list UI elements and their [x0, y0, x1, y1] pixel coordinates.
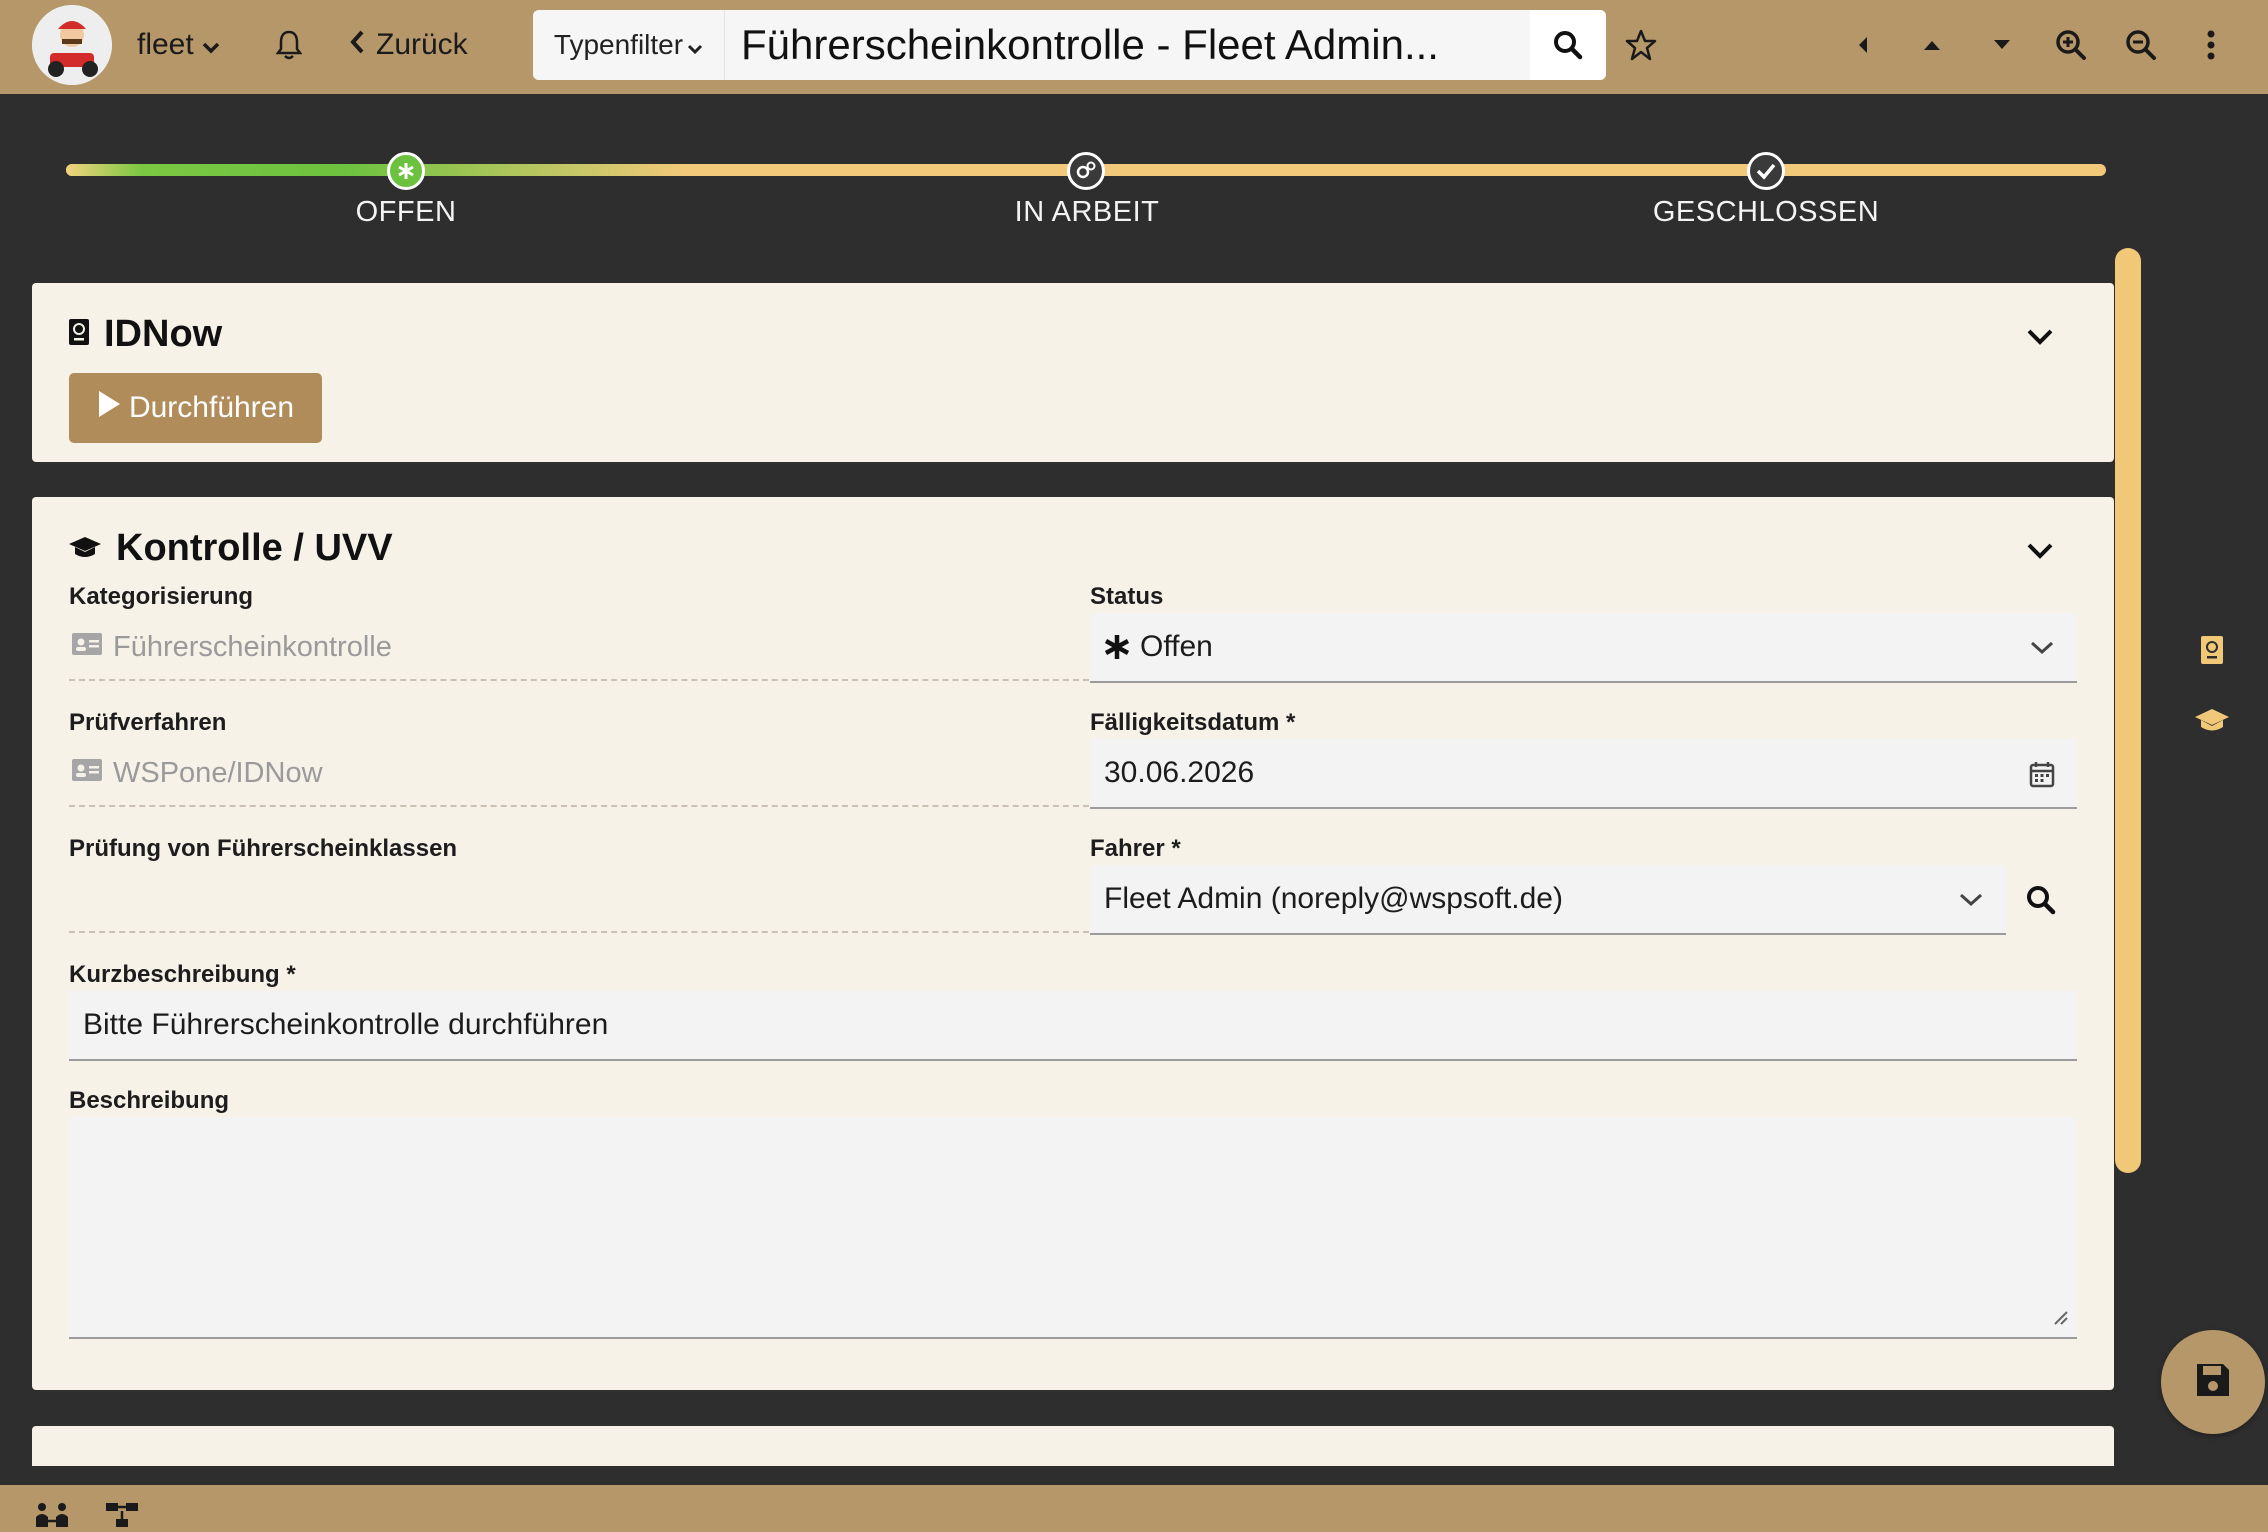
graduation-cap-icon — [68, 527, 102, 570]
pruefverfahren-field: WSPone/IDNow — [69, 741, 1089, 807]
asterisk-icon — [1104, 634, 1130, 660]
back-button[interactable]: Zurück — [350, 24, 468, 66]
klassen-field[interactable] — [69, 867, 1089, 933]
zoom-out-icon[interactable] — [2120, 24, 2162, 66]
run-idnow-button[interactable]: Durchführen — [69, 373, 322, 443]
caret-up-icon[interactable] — [1911, 24, 1953, 66]
due-date-field[interactable]: 30.06.2026 — [1090, 739, 2077, 809]
more-vertical-icon[interactable] — [2190, 24, 2232, 66]
chevron-left-icon — [350, 28, 364, 62]
description-textarea[interactable] — [69, 1117, 2077, 1339]
kurz-label: Kurzbeschreibung * — [69, 961, 296, 988]
status-select[interactable]: Offen — [1090, 613, 2077, 683]
idnow-title: IDNow — [104, 313, 223, 355]
fahrer-label: Fahrer * — [1090, 835, 1181, 862]
user-avatar[interactable] — [32, 5, 112, 85]
kategorisierung-label: Kategorisierung — [69, 583, 254, 610]
resize-handle-icon[interactable] — [2051, 1308, 2069, 1331]
type-filter-label: Typenfilter — [553, 29, 684, 60]
pruefverfahren-value: WSPone/IDNow — [113, 756, 323, 789]
driver-search-icon[interactable] — [2022, 881, 2060, 919]
kategorisierung-value: Führerscheinkontrolle — [113, 630, 392, 663]
control-card: Kontrolle / UVV Kategorisierung Führersc… — [32, 497, 2114, 1390]
driver-value: Fleet Admin (noreply@wspsoft.de) — [1104, 882, 1563, 915]
step-label-open: OFFEN — [355, 196, 457, 228]
driver-select[interactable]: Fleet Admin (noreply@wspsoft.de) — [1090, 865, 2006, 935]
check-icon[interactable] — [1747, 152, 1785, 190]
beschreibung-label: Beschreibung — [69, 1087, 230, 1114]
control-header: Kontrolle / UVV — [68, 527, 393, 570]
chevron-down-icon — [687, 29, 703, 61]
short-description-value: Bitte Führerscheinkontrolle durchführen — [83, 1008, 609, 1041]
sitemap-icon[interactable] — [104, 1500, 140, 1530]
search-icon[interactable] — [1530, 10, 1606, 80]
step-label-closed: GESCHLOSSEN — [1652, 196, 1880, 228]
play-icon — [97, 390, 121, 426]
idnow-collapse-chevron-icon[interactable] — [2020, 317, 2060, 357]
step-open-node[interactable] — [387, 152, 425, 190]
status-label: Status — [1090, 583, 1164, 610]
chevron-down-icon — [202, 28, 220, 62]
control-collapse-chevron-icon[interactable] — [2020, 531, 2060, 571]
search-input[interactable]: Führerscheinkontrolle - Fleet Admin... — [725, 10, 1530, 80]
users-arrows-icon[interactable] — [34, 1500, 70, 1530]
save-button[interactable] — [2161, 1330, 2265, 1434]
calendar-icon[interactable] — [2025, 757, 2059, 791]
id-card-icon — [71, 757, 103, 790]
step-label-in-progress: IN ARBEIT — [1014, 196, 1160, 228]
global-search: Typenfilter Führerscheinkontrolle - Flee… — [533, 10, 1606, 80]
star-icon[interactable] — [1620, 24, 1662, 66]
status-value: Offen — [1140, 630, 1213, 663]
passport-icon — [68, 313, 90, 356]
bottom-bar — [0, 1485, 2268, 1532]
passport-icon[interactable] — [2192, 630, 2232, 670]
pruefverfahren-label: Prüfverfahren — [69, 709, 227, 736]
klassen-label: Prüfung von Führerscheinklassen — [69, 835, 458, 862]
graduation-cap-icon[interactable] — [2192, 701, 2232, 741]
back-label: Zurück — [376, 28, 468, 61]
chevron-down-icon — [1954, 883, 1988, 917]
kategorisierung-field: Führerscheinkontrolle — [69, 615, 1089, 681]
short-description-input[interactable]: Bitte Führerscheinkontrolle durchführen — [69, 991, 2077, 1061]
type-filter-dropdown[interactable]: Typenfilter — [533, 10, 725, 80]
id-card-icon — [71, 631, 103, 664]
app-name: fleet — [137, 28, 194, 61]
idnow-header: IDNow — [68, 313, 222, 356]
chevron-down-icon — [2025, 631, 2059, 665]
next-card-partial — [32, 1426, 2114, 1466]
zoom-in-icon[interactable] — [2050, 24, 2092, 66]
faelligkeit-label: Fälligkeitsdatum * — [1090, 709, 1296, 736]
top-bar: fleet Zurück Typenfilter Führerscheinkon… — [0, 0, 2268, 94]
caret-down-icon[interactable] — [1981, 24, 2023, 66]
cogs-icon[interactable] — [1067, 152, 1105, 190]
progress-fill — [66, 164, 686, 176]
bell-icon[interactable] — [268, 24, 310, 66]
control-title: Kontrolle / UVV — [116, 527, 393, 569]
idnow-card: IDNow Durchführen — [32, 283, 2114, 462]
caret-left-icon[interactable] — [1842, 24, 1884, 66]
run-label: Durchführen — [128, 391, 295, 424]
app-switcher[interactable]: fleet — [137, 24, 220, 66]
due-date-value: 30.06.2026 — [1104, 756, 1255, 789]
floppy-disk-icon — [2194, 1361, 2232, 1404]
scrollbar-thumb[interactable] — [2115, 248, 2141, 1173]
